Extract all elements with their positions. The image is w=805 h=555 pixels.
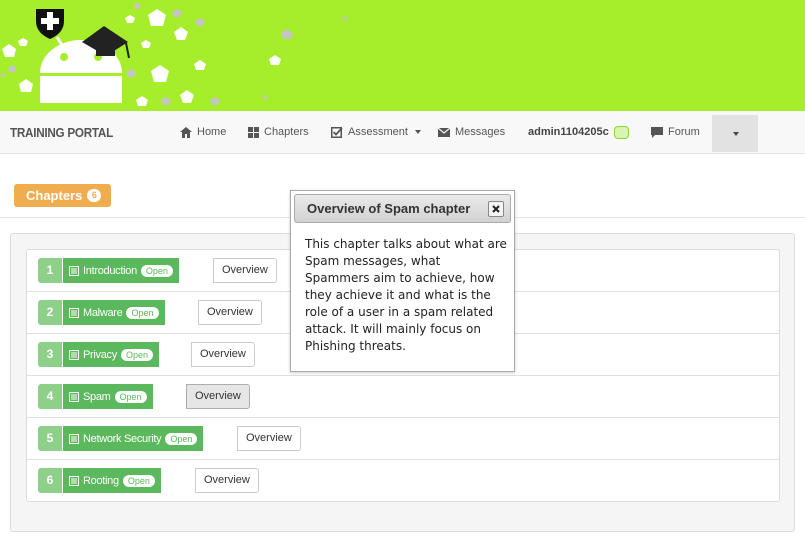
chapters-count: 6 <box>87 189 102 202</box>
status-badge: Open <box>126 306 159 319</box>
status-badge: Open <box>165 432 198 445</box>
chapter-button-malware[interactable]: Malware Open <box>63 300 165 325</box>
nav-user[interactable]: admin1104205c <box>528 111 629 153</box>
brand-logo[interactable]: TRAINING PORTAL <box>10 125 113 140</box>
list-icon <box>69 433 79 444</box>
chapter-button-privacy[interactable]: Privacy Open <box>63 342 159 367</box>
chapter-number: 4 <box>38 384 62 409</box>
header-banner <box>0 0 805 111</box>
chapter-button-network-security[interactable]: Network Security Open <box>63 426 204 451</box>
nav-messages-label: Messages <box>455 126 506 138</box>
popup-title: Overview of Spam chapter <box>307 201 471 216</box>
banner-graphic <box>1 3 347 106</box>
status-badge: Open <box>122 474 155 487</box>
chapter-row-6: 6 Rooting Open Overview <box>27 460 779 502</box>
chapter-name: Introduction <box>83 264 137 277</box>
nav-home-label: Home <box>197 126 227 138</box>
envelope-icon <box>438 127 450 137</box>
comment-icon <box>651 126 663 138</box>
nav-assessment-label: Assessment <box>348 126 408 138</box>
grid-icon <box>248 126 259 138</box>
overview-button-introduction[interactable]: Overview <box>213 258 277 283</box>
list-icon <box>69 265 79 276</box>
overview-button-malware[interactable]: Overview <box>198 300 262 325</box>
caret-down-icon <box>414 130 421 134</box>
chapter-number: 2 <box>38 300 62 325</box>
overview-button-privacy[interactable]: Overview <box>191 342 255 367</box>
list-icon <box>69 307 79 318</box>
chapter-button-introduction[interactable]: Introduction Open <box>63 258 179 283</box>
top-navbar: TRAINING PORTAL Home Chapters Assessment… <box>0 111 805 154</box>
chapter-number: 6 <box>38 468 62 493</box>
chapter-number: 3 <box>38 342 62 367</box>
nav-chapters[interactable]: Chapters <box>248 111 309 153</box>
status-badge: Open <box>114 390 147 403</box>
status-badge: Open <box>120 348 153 361</box>
chapter-name: Rooting <box>83 474 119 487</box>
popup-title-bar[interactable]: Overview of Spam chapter <box>294 194 511 223</box>
chapter-row-4: 4 Spam Open Overview <box>27 376 779 418</box>
close-icon <box>492 205 500 213</box>
chapter-button-spam[interactable]: Spam Open <box>63 384 153 409</box>
overview-button-spam[interactable]: Overview <box>186 384 250 409</box>
list-icon <box>69 349 79 360</box>
chapter-name: Network Security <box>83 432 162 445</box>
chapter-name: Malware <box>83 306 123 319</box>
nav-user-label: admin1104205c <box>528 126 609 138</box>
chapter-row-5: 5 Network Security Open Overview <box>27 418 779 460</box>
close-button[interactable] <box>488 201 504 217</box>
checkbox-icon <box>331 126 343 138</box>
nav-home[interactable]: Home <box>180 111 226 153</box>
chapter-name: Privacy <box>83 348 117 361</box>
home-icon <box>180 126 192 138</box>
overview-popup: Overview of Spam chapter This chapter ta… <box>290 190 515 372</box>
status-badge: Open <box>140 264 173 277</box>
chapter-number: 1 <box>38 258 62 283</box>
list-icon <box>69 391 79 402</box>
overview-button-rooting[interactable]: Overview <box>195 468 259 493</box>
chapter-button-rooting[interactable]: Rooting Open <box>63 468 161 493</box>
nav-assessment-dropdown[interactable]: Assessment <box>331 111 421 153</box>
chapters-title: Chapters <box>26 188 83 203</box>
chapter-number: 5 <box>38 426 62 451</box>
nav-forum-label: Forum <box>668 126 700 138</box>
chapters-title-badge: Chapters 6 <box>14 184 112 207</box>
overview-button-network-security[interactable]: Overview <box>237 426 301 451</box>
list-icon <box>69 475 79 486</box>
popup-body: This chapter talks about what are Spam m… <box>305 237 507 353</box>
nav-more-dropdown[interactable] <box>712 115 758 152</box>
nav-messages[interactable]: Messages <box>438 111 505 153</box>
nav-chapters-label: Chapters <box>264 126 309 138</box>
nav-forum[interactable]: Forum <box>651 111 700 153</box>
avatar-icon <box>613 125 629 139</box>
caret-down-icon <box>733 131 739 136</box>
chapter-name: Spam <box>83 390 111 403</box>
